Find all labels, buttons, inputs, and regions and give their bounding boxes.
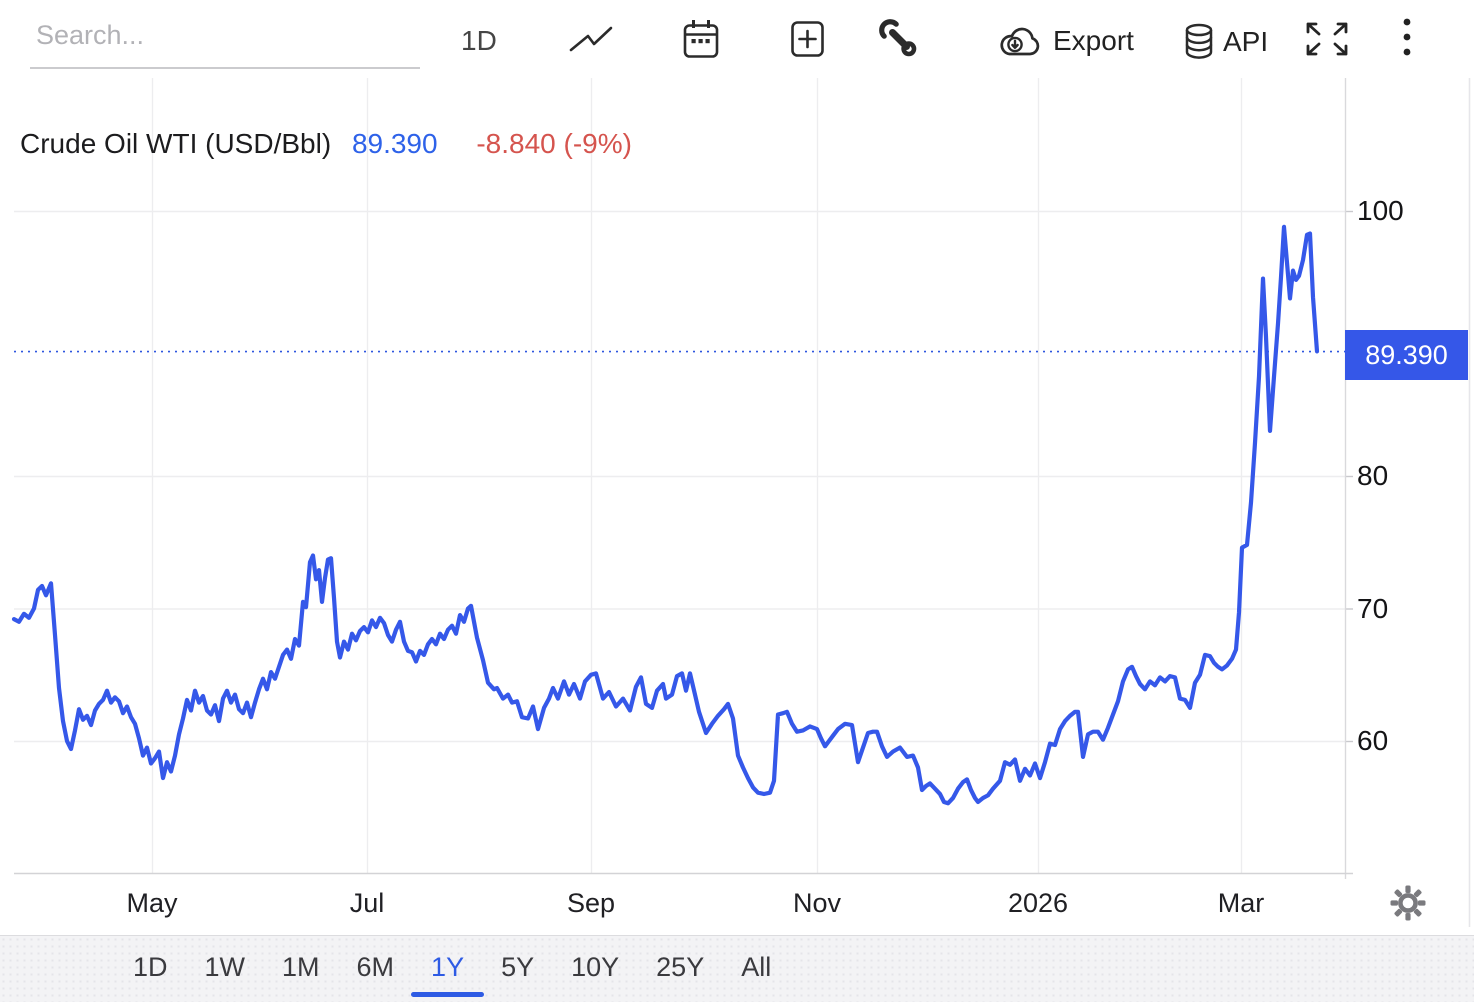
search-box: [30, 18, 410, 69]
line-chart-icon: [569, 26, 613, 52]
tools-button[interactable]: [879, 19, 919, 59]
range-tab-1d[interactable]: 1D: [133, 950, 168, 984]
export-label: Export: [1053, 25, 1134, 57]
x-axis-label: Nov: [772, 886, 862, 920]
add-compare-button[interactable]: [791, 20, 824, 58]
settings-gear-icon: [1390, 909, 1426, 924]
x-axis-label: 2026: [993, 886, 1083, 920]
y-axis-label: 80: [1357, 459, 1388, 493]
range-tab-1m[interactable]: 1M: [282, 950, 320, 984]
range-tab-5y[interactable]: 5Y: [501, 950, 534, 984]
x-axis-label: Jul: [322, 886, 412, 920]
range-tab-all[interactable]: All: [741, 950, 771, 984]
chart-widget: 1D: [0, 0, 1474, 1002]
export-button[interactable]: Export: [997, 24, 1134, 57]
fullscreen-icon: [1303, 20, 1351, 58]
calendar-icon: [682, 18, 720, 60]
y-axis-label: 70: [1357, 592, 1388, 626]
last-price: 89.390: [352, 128, 438, 159]
range-tab-10y[interactable]: 10Y: [571, 950, 619, 984]
chart-type-button[interactable]: [569, 26, 613, 52]
settings-button[interactable]: [1390, 885, 1426, 924]
range-tab-1y[interactable]: 1Y: [431, 950, 464, 984]
y-axis-label: 60: [1357, 724, 1388, 758]
y-axis-label: 100: [1357, 194, 1404, 228]
range-tabs: 1D 1W 1M 6M 1Y 5Y 10Y 25Y All: [0, 935, 1474, 1002]
instrument-title: Crude Oil WTI (USD/Bbl): [20, 128, 331, 159]
range-tab-6m[interactable]: 6M: [357, 950, 395, 984]
x-axis-label: Sep: [546, 886, 636, 920]
range-tab-1w[interactable]: 1W: [205, 950, 246, 984]
date-range-button[interactable]: [682, 18, 720, 60]
add-compare-icon: [791, 20, 824, 58]
wrench-icon: [879, 19, 919, 59]
interval-dropdown[interactable]: 1D: [461, 25, 497, 57]
x-axis-label: May: [107, 886, 197, 920]
export-cloud-icon: [997, 24, 1044, 57]
price-line-series: [14, 227, 1317, 803]
range-tab-25y[interactable]: 25Y: [656, 950, 704, 984]
api-database-icon: [1184, 23, 1214, 60]
fullscreen-button[interactable]: [1303, 20, 1351, 58]
more-menu-button[interactable]: [1402, 16, 1412, 62]
chart-header: Crude Oil WTI (USD/Bbl) 89.390 -8.840 (-…: [20, 127, 632, 161]
toolbar: 1D: [0, 0, 1474, 78]
current-price-tag: 89.390: [1345, 330, 1468, 380]
price-change: -8.840 (-9%): [476, 128, 632, 159]
search-input[interactable]: [30, 18, 420, 69]
api-label: API: [1223, 26, 1268, 58]
api-button[interactable]: API: [1184, 23, 1268, 60]
interval-label: 1D: [461, 25, 497, 57]
x-axis-label: Mar: [1196, 886, 1286, 920]
kebab-menu-icon: [1402, 16, 1412, 62]
